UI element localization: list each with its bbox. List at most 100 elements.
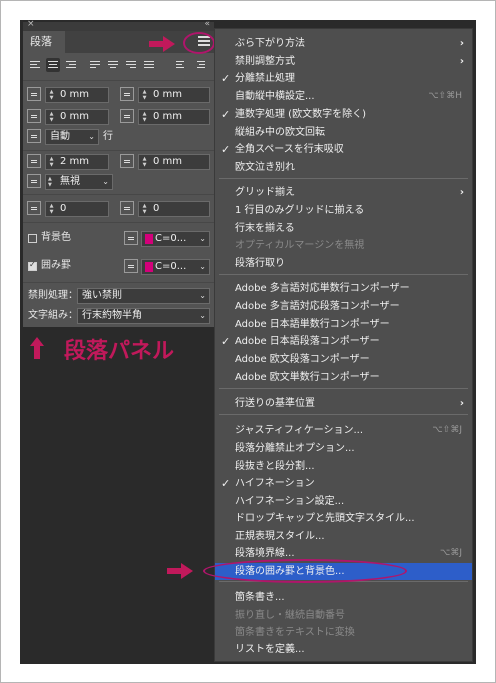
last-line-indent-field[interactable]: ▲ ▼ 0 mm	[138, 109, 210, 125]
menu-separator	[219, 414, 468, 415]
dropcap-chars-field[interactable]: ▲ ▼ 0	[138, 201, 210, 217]
first-line-indent-icon	[27, 109, 41, 123]
left-indent-value: 0 mm	[60, 89, 90, 100]
align-away-spine-icon[interactable]	[193, 58, 207, 72]
menu-item[interactable]: 行末を揃える	[215, 220, 472, 237]
menu-item[interactable]: ✓ ハイフネーション	[215, 475, 472, 492]
menu-item-label: Adobe 日本語段落コンポーザー	[235, 336, 380, 347]
menu-item[interactable]: グリッド揃え ›	[215, 184, 472, 201]
mojikumi-value: 行末約物半角	[82, 310, 142, 321]
kinsoku-dropdown[interactable]: 強い禁則 ⌄	[77, 288, 210, 304]
menu-item[interactable]: 段抜きと段分割...	[215, 458, 472, 475]
menu-item[interactable]: 段落分離禁止オプション...	[215, 440, 472, 457]
menu-item[interactable]: ✓ 全角スペースを行末吸収	[215, 141, 472, 158]
align-toward-spine-icon[interactable]	[174, 58, 188, 72]
justify-left-icon[interactable]	[88, 58, 102, 72]
menu-item[interactable]: リストを定義...	[215, 641, 472, 658]
annotation-right-arrow-icon	[167, 563, 193, 579]
menu-item[interactable]: ジャスティフィケーション... ⌥⇧⌘J	[215, 422, 472, 439]
align-right-icon[interactable]	[64, 58, 78, 72]
menu-item[interactable]: ぶら下がり方法 ›	[215, 35, 472, 52]
annotation-up-arrow-icon	[30, 337, 44, 359]
menu-item-label: 箇条書き...	[235, 592, 285, 603]
right-indent-field[interactable]: ▲ ▼ 0 mm	[138, 87, 210, 103]
menu-item[interactable]: ドロップキャップと先頭文字スタイル...	[215, 510, 472, 527]
menu-item[interactable]: ✓ Adobe 日本語段落コンポーザー	[215, 333, 472, 350]
dropcap-chars-value: 0	[153, 203, 160, 214]
menu-item[interactable]: 禁則調整方式 ›	[215, 53, 472, 70]
menu-item[interactable]: Adobe 欧文単数行コンポーザー	[215, 369, 472, 386]
menu-item-label: グリッド揃え	[235, 187, 295, 198]
annotation-highlight-ellipse	[203, 559, 407, 583]
menu-item-label: ジャスティフィケーション...	[235, 425, 364, 436]
menu-item: オプティカルマージンを無視	[215, 237, 472, 254]
menu-item-shortcut: ⌥⇧⌘J	[432, 425, 462, 435]
space-before-field[interactable]: ▲ ▼ 2 mm	[45, 154, 109, 170]
justify-all-icon[interactable]	[142, 58, 156, 72]
menu-item[interactable]: Adobe 多言語対応段落コンポーザー	[215, 298, 472, 315]
auto-indent-dropdown[interactable]: 自動 ⌄	[45, 129, 99, 145]
submenu-chevron-icon: ›	[459, 38, 464, 49]
first-line-indent-field[interactable]: ▲ ▼ 0 mm	[45, 109, 109, 125]
paragraph-panel: × « 段落 ▲ ▼ 0 mm ▲ ▼ 0 mm ▲ ▼ 0 mm ▲ ▼ 0 mm 自動 ⌄ 行…	[23, 19, 214, 327]
menu-item[interactable]: Adobe 欧文段落コンポーザー	[215, 351, 472, 368]
menu-item[interactable]: 自動縦中横設定... ⌥⇧⌘H	[215, 88, 472, 105]
tab-paragraph[interactable]: 段落	[23, 31, 65, 53]
right-indent-icon	[120, 87, 134, 101]
collapse-icon[interactable]: «	[204, 19, 210, 29]
gyo-label: 行	[103, 131, 113, 142]
annotation-menu-button-circle	[183, 32, 215, 54]
menu-item[interactable]: ✓ 分離禁止処理	[215, 70, 472, 87]
menu-item-label: リストを定義...	[235, 644, 305, 655]
menu-separator	[219, 178, 468, 179]
menu-item[interactable]: 箇条書き...	[215, 589, 472, 606]
align-center-icon[interactable]	[46, 58, 60, 72]
menu-item-label: 行末を揃える	[235, 223, 295, 234]
panel-title-bar[interactable]: × «	[23, 19, 214, 31]
justify-right-icon[interactable]	[124, 58, 138, 72]
annotation-right-arrow-icon	[149, 36, 175, 52]
divider	[23, 150, 214, 151]
checkmark-icon: ✓	[221, 108, 231, 121]
divider	[23, 194, 214, 195]
menu-item[interactable]: Adobe 多言語対応単数行コンポーザー	[215, 280, 472, 297]
shading-checkbox[interactable]	[28, 234, 37, 243]
menu-item[interactable]: Adobe 日本語単数行コンポーザー	[215, 316, 472, 333]
close-icon[interactable]: ×	[27, 19, 35, 29]
menu-item[interactable]: 行送りの基準位置 ›	[215, 395, 472, 412]
menu-item-label: 分離禁止処理	[235, 73, 295, 84]
align-left-icon[interactable]	[28, 58, 42, 72]
border-color-dropdown[interactable]: C=0... ⌄	[141, 259, 210, 275]
grid-align-value: 無視	[60, 176, 80, 187]
submenu-chevron-icon: ›	[459, 56, 464, 67]
grid-align-dropdown[interactable]: ▲ ▼ 無視 ⌄	[45, 174, 113, 190]
border-checkbox[interactable]	[28, 260, 37, 271]
menu-item[interactable]: 1 行目のみグリッドに揃える	[215, 202, 472, 219]
menu-item-label: Adobe 多言語対応段落コンポーザー	[235, 301, 400, 312]
space-after-field[interactable]: ▲ ▼ 0 mm	[138, 154, 210, 170]
menu-item[interactable]: 段落行取り	[215, 255, 472, 272]
checkmark-icon: ✓	[221, 477, 231, 490]
menu-item[interactable]: 欧文泣き別れ	[215, 159, 472, 176]
divider	[23, 80, 214, 81]
justify-center-icon[interactable]	[106, 58, 120, 72]
dropcap-lines-field[interactable]: ▲ ▼ 0	[45, 201, 109, 217]
checkmark-icon: ✓	[221, 72, 231, 85]
menu-item-shortcut: ⌥⇧⌘H	[428, 91, 462, 101]
menu-item[interactable]: 正規表現スタイル...	[215, 528, 472, 545]
menu-item[interactable]: ✓ 連数字処理 (欧文数字を除く)	[215, 106, 472, 123]
shading-color-dropdown[interactable]: C=0... ⌄	[141, 231, 210, 247]
kinsoku-value: 強い禁則	[82, 290, 122, 301]
menu-item-label: 自動縦中横設定...	[235, 91, 315, 102]
menu-item: 振り直し・継続自動番号	[215, 607, 472, 624]
menu-item-label: 振り直し・継続自動番号	[235, 610, 345, 621]
left-indent-field[interactable]: ▲ ▼ 0 mm	[45, 87, 109, 103]
shading-label: 背景色	[41, 232, 71, 243]
shading-swatch-icon	[124, 231, 138, 245]
mojikumi-dropdown[interactable]: 行末約物半角 ⌄	[77, 308, 210, 324]
menu-item-label: 行送りの基準位置	[235, 398, 315, 409]
checkmark-icon: ✓	[221, 335, 231, 348]
submenu-chevron-icon: ›	[459, 187, 464, 198]
menu-item[interactable]: 縦組み中の欧文回転	[215, 124, 472, 141]
menu-item[interactable]: ハイフネーション設定...	[215, 493, 472, 510]
